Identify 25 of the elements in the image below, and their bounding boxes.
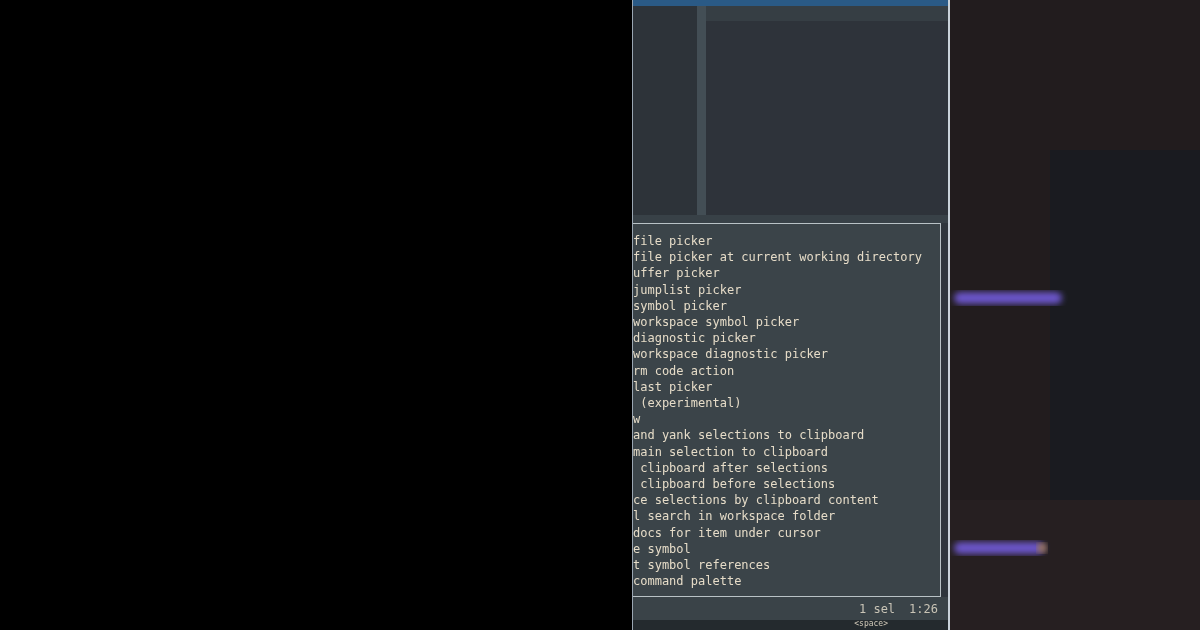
- menu-line[interactable]: uffer picker: [633, 265, 940, 282]
- menu-line[interactable]: jumplist picker: [633, 281, 940, 298]
- menu-line[interactable]: clipboard before selections: [633, 476, 940, 493]
- menu-line[interactable]: and yank selections to clipboard: [633, 427, 940, 444]
- menu-line[interactable]: last picker: [633, 378, 940, 396]
- menu-line[interactable]: rm code action: [633, 362, 940, 379]
- menu-line[interactable]: w: [633, 411, 940, 428]
- menu-line[interactable]: diagnostic picker: [633, 330, 940, 347]
- menu-line[interactable]: l search in workspace folder: [633, 508, 940, 525]
- menu-line[interactable]: e symbol: [633, 540, 940, 558]
- key-hint: <space>: [854, 620, 888, 630]
- menu-line[interactable]: file picker at current working directory: [633, 249, 940, 266]
- menu-line[interactable]: (experimental): [633, 395, 940, 412]
- menu-line[interactable]: workspace symbol picker: [633, 314, 940, 331]
- menu-line[interactable]: t symbol references: [633, 557, 940, 574]
- cursor-position: 1:26: [909, 601, 938, 616]
- menu-line[interactable]: ce selections by clipboard content: [633, 492, 940, 509]
- menu-line[interactable]: docs for item under cursor: [633, 524, 940, 541]
- menu-line[interactable]: clipboard after selections: [633, 459, 940, 477]
- menu-line[interactable]: main selection to clipboard: [633, 443, 940, 460]
- menu-line[interactable]: symbol picker: [633, 297, 940, 314]
- menu-line[interactable]: file picker: [633, 233, 940, 250]
- menu-line[interactable]: command palette: [633, 573, 940, 590]
- selection-count: 1 sel: [858, 601, 896, 616]
- menu-line[interactable]: workspace diagnostic picker: [633, 346, 940, 363]
